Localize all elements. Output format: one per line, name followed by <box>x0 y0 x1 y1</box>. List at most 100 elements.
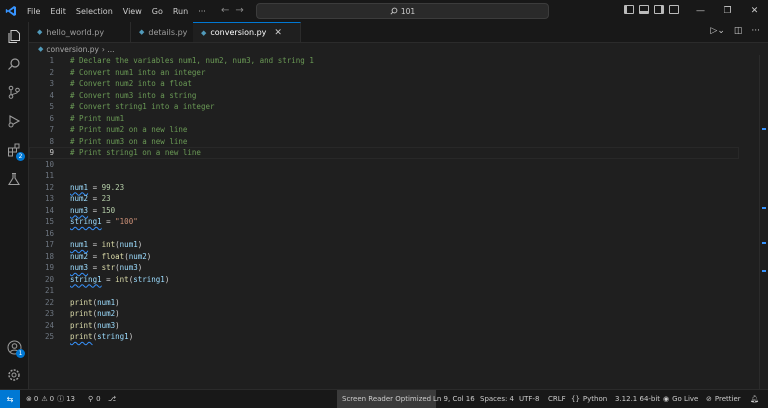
line-number: 9 <box>49 148 54 157</box>
ports-count: 0 <box>96 395 101 403</box>
argument: num3 <box>97 320 116 330</box>
forward-arrow-icon[interactable]: → <box>235 5 249 16</box>
go-live-button[interactable]: ◉ Go Live <box>663 390 698 408</box>
line-number: 13 <box>44 194 54 203</box>
title-bar: File Edit Selection View Go Run ··· ←→ 1… <box>0 0 768 22</box>
close-tab-icon[interactable]: ✕ <box>274 28 282 38</box>
end-of-line[interactable]: CRLF <box>548 390 566 408</box>
menu-view[interactable]: View <box>118 7 147 16</box>
accounts-icon[interactable]: 1 <box>5 338 25 358</box>
variable: num2 <box>70 251 89 261</box>
restore-icon[interactable]: ❐ <box>714 6 741 16</box>
info-count: 13 <box>66 395 76 403</box>
back-arrow-icon[interactable]: ← <box>221 5 235 16</box>
nav-arrows: ←→ <box>221 5 250 16</box>
python-interpreter[interactable]: 3.12.1 64-bit <box>615 390 660 408</box>
status-bar: ⇆ ⊗ 0 ⚠ 0 ⓘ 13 ⚲ 0 ⎇ Screen Reader Optimized… <box>0 389 768 408</box>
command-center-search[interactable]: 101 <box>256 3 549 19</box>
ports-indicator[interactable]: ⚲ 0 <box>88 390 101 408</box>
function-name: print <box>70 332 93 341</box>
operator: = <box>88 240 102 249</box>
manage-gear-icon[interactable] <box>5 366 23 384</box>
remote-indicator-icon[interactable]: ⇆ <box>0 390 20 408</box>
operator: = <box>88 263 102 272</box>
line-number: 17 <box>44 240 54 249</box>
prettier-status[interactable]: ⊘ Prettier <box>706 390 741 408</box>
code-line: 18 num2 = float(num2) <box>29 251 729 263</box>
vscode-logo-icon <box>0 5 22 17</box>
breadcrumb-file[interactable]: conversion.py <box>46 45 99 54</box>
menu-run[interactable]: Run <box>168 7 193 16</box>
prettier-icon: ⊘ <box>706 395 712 403</box>
code-line: 6 # Print num1 <box>29 113 729 125</box>
code-line: 1 # Declare the variables num1, num2, num… <box>29 55 729 67</box>
tab-label: conversion.py <box>210 28 267 37</box>
toggle-sidebar-icon[interactable] <box>624 5 634 14</box>
notifications-bell-icon[interactable]: 🔔︎ <box>750 390 759 408</box>
number-literal: 150 <box>101 205 116 215</box>
line-number: 22 <box>44 297 54 307</box>
indentation[interactable]: Spaces: 4 <box>480 390 514 408</box>
python-file-icon: ◆ <box>139 28 145 36</box>
comment: # Print string1 on a new line <box>70 148 201 157</box>
menu-file[interactable]: File <box>22 7 45 16</box>
run-python-file-icon[interactable]: ▷⌄ <box>710 26 724 36</box>
breadcrumb-separator: › ... <box>101 44 115 54</box>
accessibility-icon[interactable]: ⎇ <box>108 390 116 408</box>
menu-selection[interactable]: Selection <box>71 7 118 16</box>
prettier-label: Prettier <box>714 395 741 403</box>
toggle-panel-icon[interactable] <box>639 5 649 14</box>
paren: ) <box>128 332 134 341</box>
screen-reader-mode[interactable]: Screen Reader Optimized <box>337 390 437 408</box>
split-editor-icon[interactable]: ◫ <box>734 26 743 36</box>
search-view-icon[interactable] <box>5 55 23 73</box>
line-number: 11 <box>44 171 54 180</box>
comment: # Declare the variables num1, num2, num3… <box>70 56 314 65</box>
comment: # Convert num3 into a string <box>70 90 197 100</box>
braces-icon: {} <box>571 395 580 403</box>
line-number: 15 <box>44 217 54 226</box>
close-window-icon[interactable]: ✕ <box>741 6 768 16</box>
overview-ruler-mark <box>762 270 766 272</box>
menu-edit[interactable]: Edit <box>45 7 71 16</box>
overview-ruler-mark <box>762 128 766 130</box>
line-number: 8 <box>49 136 54 146</box>
toggle-secondary-sidebar-icon[interactable] <box>654 5 664 14</box>
testing-icon[interactable] <box>5 170 23 188</box>
extensions-icon[interactable]: 2 <box>5 141 25 161</box>
argument: num2 <box>128 251 147 261</box>
comment: # Convert num1 into an integer <box>70 67 206 77</box>
problems-indicator[interactable]: ⊗ 0 ⚠ 0 ⓘ 13 <box>26 390 75 408</box>
python-file-icon: ◆ <box>37 28 43 36</box>
paren: ) <box>137 263 143 272</box>
line-number: 25 <box>44 332 54 341</box>
more-actions-icon[interactable]: ··· <box>751 26 760 36</box>
operator: = <box>88 205 102 215</box>
language-mode[interactable]: {} Python <box>571 390 607 408</box>
line-number: 18 <box>44 251 54 261</box>
line-number: 4 <box>49 90 54 100</box>
code-line: 7 # Print num2 on a new line <box>29 124 729 136</box>
explorer-icon[interactable] <box>5 27 23 45</box>
line-number: 24 <box>44 320 54 330</box>
line-number: 23 <box>44 309 54 318</box>
operator: = <box>88 251 102 261</box>
overview-ruler-mark <box>762 242 766 244</box>
menu-more[interactable]: ··· <box>193 7 211 16</box>
tab-hello-world[interactable]: ◆ hello_world.py <box>29 22 131 42</box>
cursor-position[interactable]: Ln 9, Col 16 <box>433 390 475 408</box>
minimize-icon[interactable]: — <box>687 6 714 16</box>
encoding[interactable]: UTF-8 <box>519 390 539 408</box>
argument: num1 <box>119 240 138 249</box>
editor-scrollbar[interactable] <box>759 55 768 389</box>
variable: string1 <box>70 274 102 284</box>
editor-actions: ▷⌄ ◫ ··· <box>710 26 760 36</box>
customize-layout-icon[interactable] <box>669 5 679 14</box>
error-icon: ⊗ <box>26 395 32 403</box>
tab-conversion[interactable]: ◆ conversion.py ✕ <box>193 22 301 42</box>
menu-go[interactable]: Go <box>147 7 168 16</box>
string-literal: "100" <box>115 217 138 226</box>
run-debug-icon[interactable] <box>5 112 23 130</box>
source-control-icon[interactable] <box>5 83 23 101</box>
line-number: 12 <box>44 182 54 192</box>
